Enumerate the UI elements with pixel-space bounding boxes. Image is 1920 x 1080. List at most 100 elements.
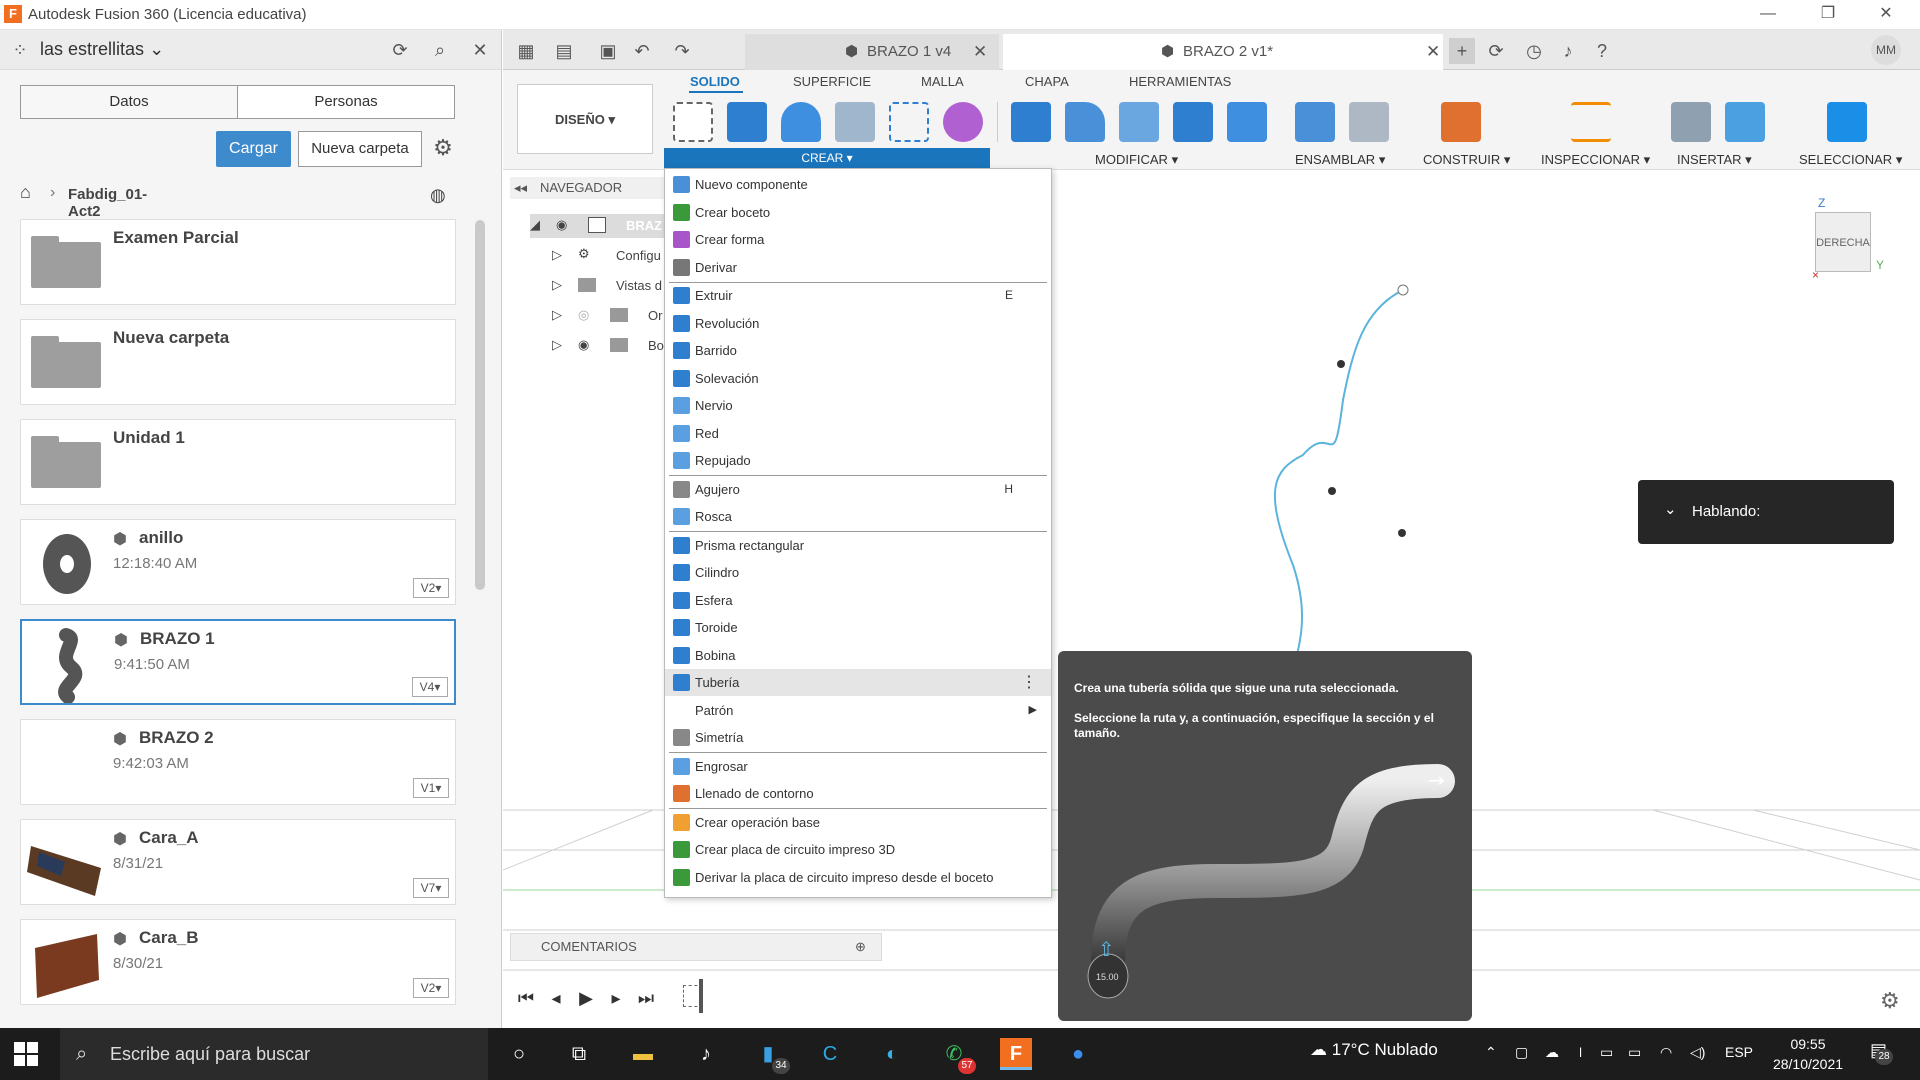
redo-icon[interactable]: ↷ <box>669 38 695 64</box>
taskbar-search-box[interactable]: ⌕ Escribe aquí para buscar <box>60 1028 488 1080</box>
list-item[interactable]: ⬢ BRAZO 2 9:42:03 AM V1▾ <box>20 719 456 805</box>
job-status-icon[interactable]: ◷ <box>1521 38 1547 64</box>
version-badge[interactable]: V7▾ <box>413 878 449 898</box>
version-badge[interactable]: V2▾ <box>413 978 449 998</box>
expand-icon[interactable]: ▷ <box>552 247 562 263</box>
menu-item-llenado-de-contorno[interactable]: Llenado de contorno <box>665 780 1051 807</box>
list-item[interactable]: Examen Parcial <box>20 219 456 305</box>
hole-icon[interactable] <box>835 102 875 142</box>
list-item[interactable]: ⬢ anillo 12:18:40 AM V2▾ <box>20 519 456 605</box>
step-forward-icon[interactable]: ▸ <box>605 987 627 1009</box>
menu-item-prisma-rectangular[interactable]: Prisma rectangular <box>665 532 1051 559</box>
minimize-button[interactable]: — <box>1740 0 1796 30</box>
task-view-icon[interactable]: ⧉ <box>563 1038 595 1070</box>
list-item[interactable]: Unidad 1 <box>20 419 456 505</box>
press-pull-icon[interactable] <box>1011 102 1051 142</box>
undo-icon[interactable]: ↶ <box>629 38 655 64</box>
upload-button[interactable]: Cargar <box>216 131 291 167</box>
menu-item-crear-forma[interactable]: Crear forma <box>665 226 1051 253</box>
version-badge[interactable]: V1▾ <box>413 778 449 798</box>
view-cube[interactable]: DERECHA <box>1815 212 1871 272</box>
tab-herramientas[interactable]: HERRAMIENTAS <box>1129 74 1231 89</box>
tab-malla[interactable]: MALLA <box>921 74 964 89</box>
fusion-360-taskbar-icon[interactable]: F <box>1000 1038 1032 1070</box>
menu-item-red[interactable]: Red <box>665 420 1051 447</box>
tab-solido[interactable]: SOLIDO <box>690 74 740 89</box>
fillet-icon[interactable] <box>1065 102 1105 142</box>
combine-icon[interactable] <box>1173 102 1213 142</box>
nav-row-config[interactable]: ▷ ⚙ Configu <box>530 244 666 268</box>
create-sketch-icon[interactable] <box>673 102 713 142</box>
group-seleccionar[interactable]: SELECCIONAR ▾ <box>1799 152 1902 168</box>
offset-face-icon[interactable] <box>1227 102 1267 142</box>
more-options-icon[interactable]: ⋮ <box>1021 669 1037 696</box>
select-icon[interactable] <box>1827 102 1867 142</box>
expand-icon[interactable]: ▷ <box>552 307 562 323</box>
expand-icon[interactable]: ▷ <box>552 337 562 353</box>
menu-item-patrón[interactable]: Patrón ▶ <box>665 697 1051 724</box>
offset-plane-icon[interactable] <box>1441 102 1481 142</box>
save-icon[interactable]: ▣ <box>595 38 621 64</box>
version-badge[interactable]: V2▾ <box>413 578 449 598</box>
close-window-button[interactable]: ✕ <box>1858 0 1914 30</box>
notifications-icon[interactable]: ♪ <box>1555 38 1581 64</box>
tab-superficie[interactable]: SUPERFICIE <box>793 74 871 89</box>
nav-row-views[interactable]: ▷ Vistas d <box>530 274 666 298</box>
menu-item-simetría[interactable]: Simetría <box>665 724 1051 751</box>
file-explorer-icon[interactable]: ▬ <box>627 1038 659 1070</box>
chevron-up-icon[interactable]: ⌃ <box>1485 1044 1497 1061</box>
workspace-switcher[interactable]: DISEÑO ▾ <box>517 84 653 154</box>
tab-chapa[interactable]: CHAPA <box>1025 74 1069 89</box>
add-comment-icon[interactable]: ⊕ <box>855 934 866 960</box>
cortana-icon[interactable]: ○ <box>503 1038 535 1070</box>
group-modificar[interactable]: MODIFICAR ▾ <box>1095 152 1178 168</box>
menu-item-crear-operación-base[interactable]: Crear operación base <box>665 809 1051 836</box>
edge-icon[interactable]: ◐ <box>876 1038 908 1070</box>
insert-derive-icon[interactable] <box>1671 102 1711 142</box>
group-inspeccionar[interactable]: INSPECCIONAR ▾ <box>1541 152 1650 168</box>
weather-widget[interactable]: ☁ 17°C Nublado <box>1310 1040 1438 1060</box>
timeline-settings-gear-icon[interactable]: ⚙ <box>1880 988 1900 1014</box>
menu-item-revolución[interactable]: Revolución <box>665 310 1051 337</box>
menu-item-crear-placa-de-circuito-impreso-3d[interactable]: Crear placa de circuito impreso 3D <box>665 836 1051 863</box>
browser-navigator[interactable]: ◂◂ NAVEGADOR <box>510 177 666 199</box>
menu-item-bobina[interactable]: Bobina <box>665 642 1051 669</box>
collapse-icon[interactable]: ◂◂ <box>514 180 527 196</box>
menu-item-crear-boceto[interactable]: Crear boceto <box>665 199 1051 226</box>
extensions-icon[interactable]: ⟳ <box>1483 38 1509 64</box>
search-icon[interactable]: ⌕ <box>428 38 452 62</box>
restore-button[interactable]: ❐ <box>1800 0 1856 30</box>
menu-item-barrido[interactable]: Barrido <box>665 337 1051 364</box>
gear-icon[interactable]: ⚙ <box>430 135 456 161</box>
menu-item-repujado[interactable]: Repujado <box>665 447 1051 474</box>
measure-icon[interactable] <box>1571 102 1611 142</box>
triangle-icon[interactable]: ◢ <box>530 217 540 233</box>
microphone-icon[interactable]: ⏽ <box>1575 1044 1586 1061</box>
windows-start-icon[interactable] <box>14 1042 38 1066</box>
globe-icon[interactable]: ◍ <box>430 185 446 206</box>
team-selector[interactable]: las estrellitas ⌄ <box>40 39 164 60</box>
close-icon[interactable]: ✕ <box>973 34 987 70</box>
comments-panel[interactable]: COMENTARIOS ⊕ <box>510 933 882 961</box>
system-clock[interactable]: 09:55 28/10/2021 <box>1770 1034 1846 1074</box>
tab-brazo-1[interactable]: ⬢ BRAZO 1 v4 ✕ <box>745 34 999 70</box>
apps-grid-icon[interactable]: ▦ <box>513 38 539 64</box>
wifi-icon[interactable]: ◠ <box>1660 1044 1672 1061</box>
menu-item-cilindro[interactable]: Cilindro <box>665 559 1051 586</box>
menu-item-derivar-la-placa-de-circuito-impreso-desde-el-boceto[interactable]: Derivar la placa de circuito impreso des… <box>665 864 1051 891</box>
menu-item-nervio[interactable]: Nervio <box>665 392 1051 419</box>
go-to-start-icon[interactable]: ⏮ <box>515 987 537 1009</box>
close-icon[interactable]: ✕ <box>1426 34 1440 70</box>
tab-datos[interactable]: Datos <box>20 85 238 119</box>
shell-icon[interactable] <box>1119 102 1159 142</box>
step-back-icon[interactable]: ◂ <box>545 987 567 1009</box>
avatar[interactable]: MM <box>1871 35 1901 65</box>
group-ensamblar[interactable]: ENSAMBLAR ▾ <box>1295 152 1385 168</box>
list-item[interactable]: Nueva carpeta <box>20 319 456 405</box>
tab-personas[interactable]: Personas <box>237 85 455 119</box>
new-folder-button[interactable]: Nueva carpeta <box>298 131 422 167</box>
close-icon[interactable]: ✕ <box>468 38 492 62</box>
eye-icon[interactable]: ◉ <box>556 217 567 233</box>
create-form-icon[interactable] <box>943 102 983 142</box>
group-construir[interactable]: CONSTRUIR ▾ <box>1423 152 1510 168</box>
